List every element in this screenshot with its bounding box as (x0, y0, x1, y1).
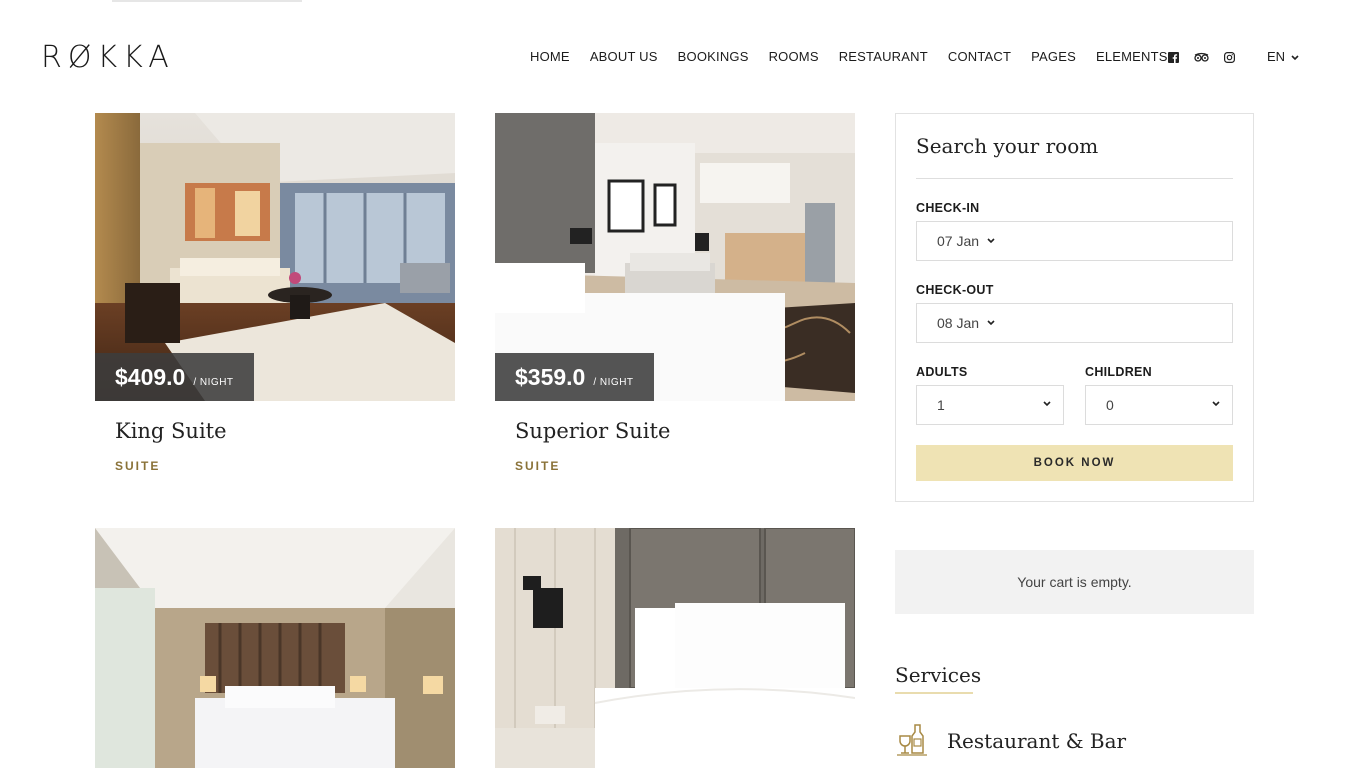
search-room-panel: Search your room CHECK-IN 07 Jan CHECK-O… (895, 113, 1254, 502)
adults-value: 1 (937, 397, 945, 413)
checkin-value: 07 Jan (937, 233, 980, 249)
price-amount: $409.0 (115, 364, 186, 390)
main-nav: HOME ABOUT US BOOKINGS ROOMS RESTAURANT … (530, 49, 1188, 64)
checkout-select[interactable]: 08 Jan (916, 303, 1233, 343)
nav-elements[interactable]: ELEMENTS (1096, 49, 1168, 64)
checkout-label: CHECK-OUT (916, 283, 994, 297)
children-value: 0 (1106, 397, 1114, 413)
site-header: RØKKA HOME ABOUT US BOOKINGS ROOMS RESTA… (0, 0, 1350, 112)
checkout-value: 08 Jan (937, 315, 980, 331)
room-photo-bed-headboard[interactable] (495, 528, 855, 768)
children-select[interactable]: 0 (1085, 385, 1233, 425)
service-label: Restaurant & Bar (947, 729, 1127, 753)
nav-contact[interactable]: CONTACT (948, 49, 1011, 64)
children-label: CHILDREN (1085, 365, 1152, 379)
title-divider (916, 178, 1233, 179)
room-card[interactable] (495, 528, 855, 768)
facebook-icon[interactable] (1165, 49, 1181, 65)
instagram-icon[interactable] (1221, 49, 1237, 65)
price-amount: $359.0 (515, 364, 586, 390)
nav-bookings[interactable]: BOOKINGS (678, 49, 749, 64)
price-unit: / NIGHT (193, 377, 234, 388)
nav-pages[interactable]: PAGES (1031, 49, 1076, 64)
checkin-select[interactable]: 07 Jan (916, 221, 1233, 261)
language-selector[interactable]: EN (1267, 49, 1299, 64)
adults-label: ADULTS (916, 365, 968, 379)
service-restaurant-bar[interactable]: Restaurant & Bar (895, 722, 1126, 760)
room-type: SUITE (515, 459, 561, 473)
nav-about-us[interactable]: ABOUT US (590, 49, 658, 64)
search-room-title: Search your room (916, 134, 1099, 158)
nav-rooms[interactable]: ROOMS (769, 49, 819, 64)
tripadvisor-icon[interactable] (1193, 49, 1209, 65)
social-links (1165, 49, 1237, 65)
cart-widget: Your cart is empty. (895, 550, 1254, 614)
site-logo[interactable]: RØKKA (41, 40, 175, 75)
chevron-down-icon (987, 318, 995, 329)
book-now-button[interactable]: BOOK NOW (916, 445, 1233, 481)
language-label: EN (1267, 49, 1286, 64)
cart-empty-text: Your cart is empty. (1017, 574, 1132, 590)
room-card[interactable]: $409.0 / NIGHT King Suite SUITE (95, 113, 455, 493)
price-tag: $409.0 / NIGHT (95, 353, 254, 401)
price-tag: $359.0 / NIGHT (495, 353, 654, 401)
room-photo-bedroom-kitchen[interactable]: $359.0 / NIGHT (495, 113, 855, 401)
services-title: Services (895, 663, 982, 687)
nav-restaurant[interactable]: RESTAURANT (839, 49, 928, 64)
nav-home[interactable]: HOME (530, 49, 570, 64)
room-photo-double-bed[interactable] (95, 528, 455, 768)
room-photo-living[interactable]: $409.0 / NIGHT (95, 113, 455, 401)
room-card[interactable] (95, 528, 455, 768)
room-card[interactable]: $359.0 / NIGHT Superior Suite SUITE (495, 113, 855, 493)
chevron-down-icon (1291, 49, 1299, 64)
chevron-down-icon (1043, 399, 1051, 410)
chevron-down-icon (987, 236, 995, 247)
services-underline (895, 692, 973, 694)
room-type: SUITE (115, 459, 161, 473)
chevron-down-icon (1212, 399, 1220, 410)
room-name[interactable]: King Suite (115, 419, 227, 443)
checkin-label: CHECK-IN (916, 201, 980, 215)
room-name[interactable]: Superior Suite (515, 419, 670, 443)
adults-select[interactable]: 1 (916, 385, 1064, 425)
wine-bottle-glass-icon (895, 722, 929, 760)
price-unit: / NIGHT (593, 377, 634, 388)
